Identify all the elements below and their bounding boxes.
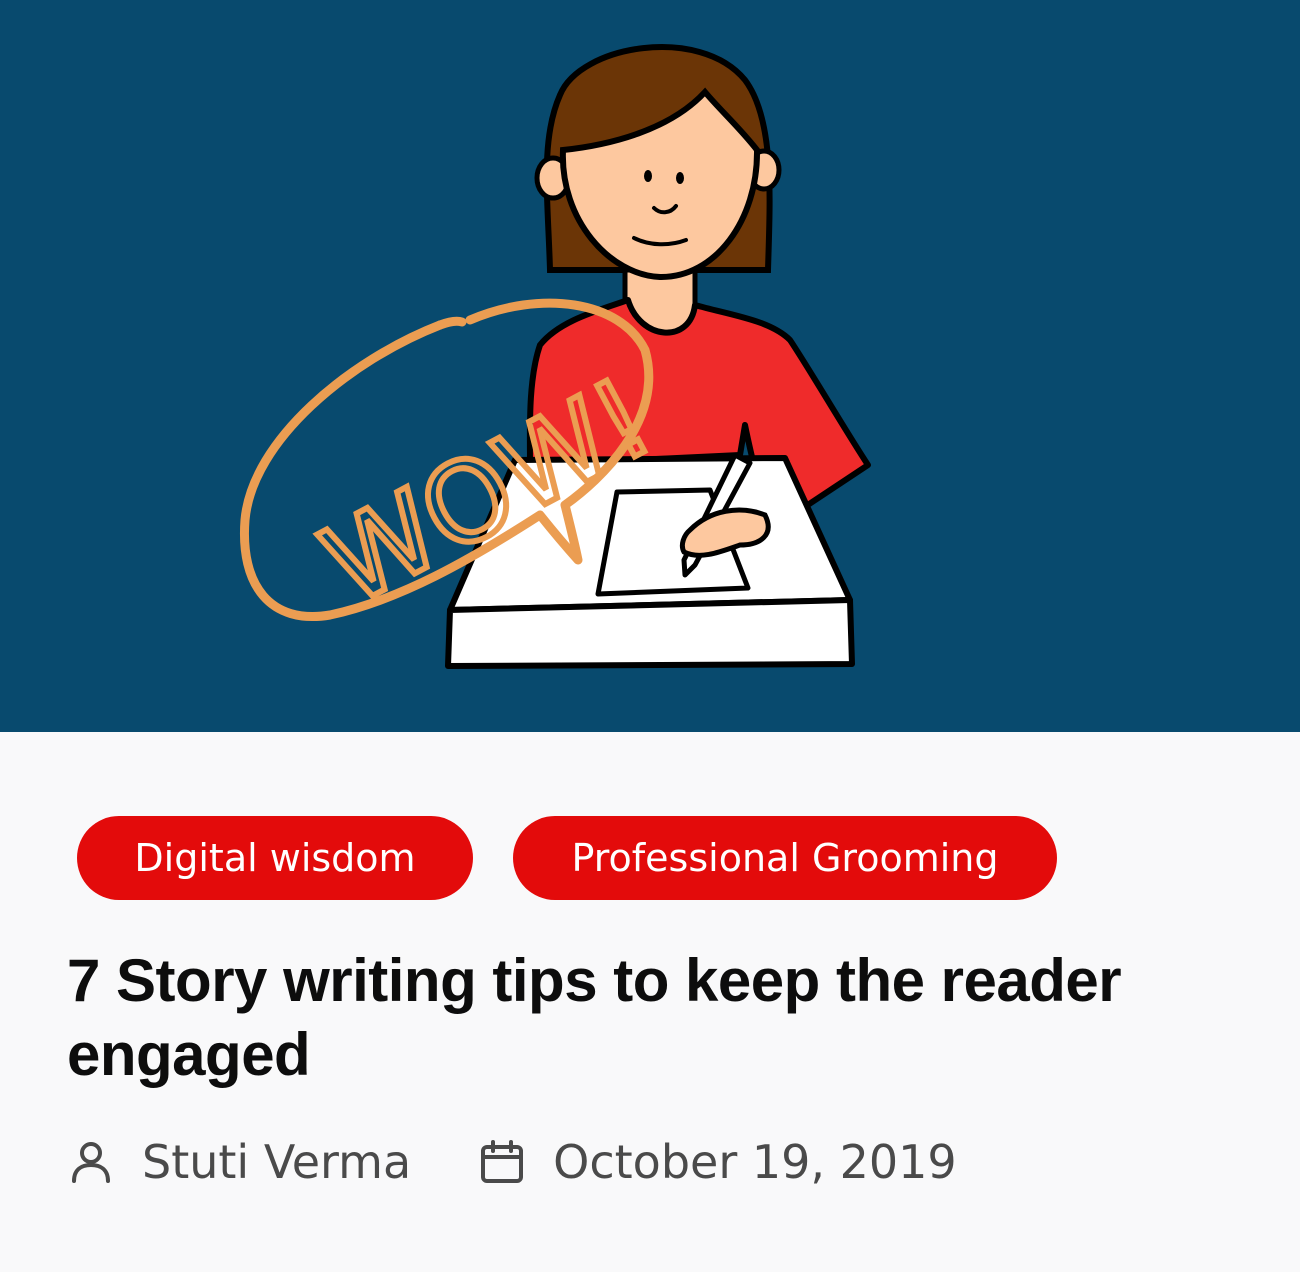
post-date: October 19, 2019 xyxy=(479,1135,957,1189)
tag-digital-wisdom[interactable]: Digital wisdom xyxy=(77,816,473,900)
post-meta: Stuti Verma October 19, 2019 xyxy=(68,1130,957,1194)
tag-professional-grooming[interactable]: Professional Grooming xyxy=(513,816,1057,900)
woman-writing-illustration: WOW! xyxy=(0,0,1300,732)
author-name: Stuti Verma xyxy=(142,1135,412,1189)
blog-post-card[interactable]: WOW! Digital wisdom Professional Groomin… xyxy=(0,0,1300,1272)
date-text: October 19, 2019 xyxy=(553,1135,957,1189)
user-icon xyxy=(72,1142,110,1183)
tag-list: Digital wisdom Professional Grooming xyxy=(77,816,1057,900)
post-title[interactable]: 7 Story writing tips to keep the reader … xyxy=(67,944,1227,1092)
post-author[interactable]: Stuti Verma xyxy=(68,1135,411,1189)
post-featured-image[interactable]: WOW! xyxy=(0,0,1300,732)
calendar-icon xyxy=(481,1140,524,1183)
